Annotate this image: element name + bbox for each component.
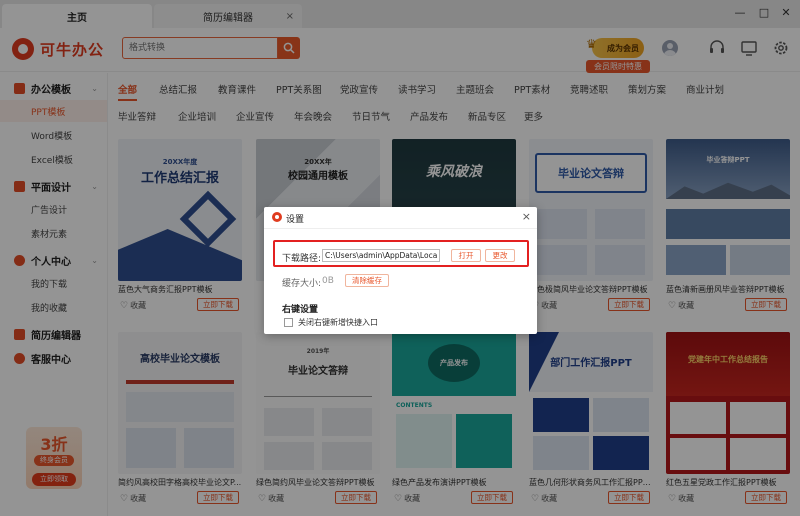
change-path-button[interactable]: 更改 [485,249,515,262]
right-click-option-label[interactable]: 关闭右键新增快捷入口 [298,317,378,328]
download-path-label: 下载路径: [282,254,322,264]
right-click-heading: 右键设置 [282,305,319,315]
divider [264,228,537,229]
cache-size-label: 缓存大小: [282,279,322,289]
open-folder-button[interactable]: 打开 [451,249,481,262]
download-path-input[interactable] [322,249,440,262]
dialog-title: 设置 [286,215,305,225]
cache-size-value: 0B [322,276,334,286]
right-click-checkbox[interactable] [284,318,293,327]
close-icon[interactable]: × [522,210,531,223]
clear-cache-button[interactable]: 清除缓存 [345,274,389,287]
dialog-logo-icon [272,212,282,222]
